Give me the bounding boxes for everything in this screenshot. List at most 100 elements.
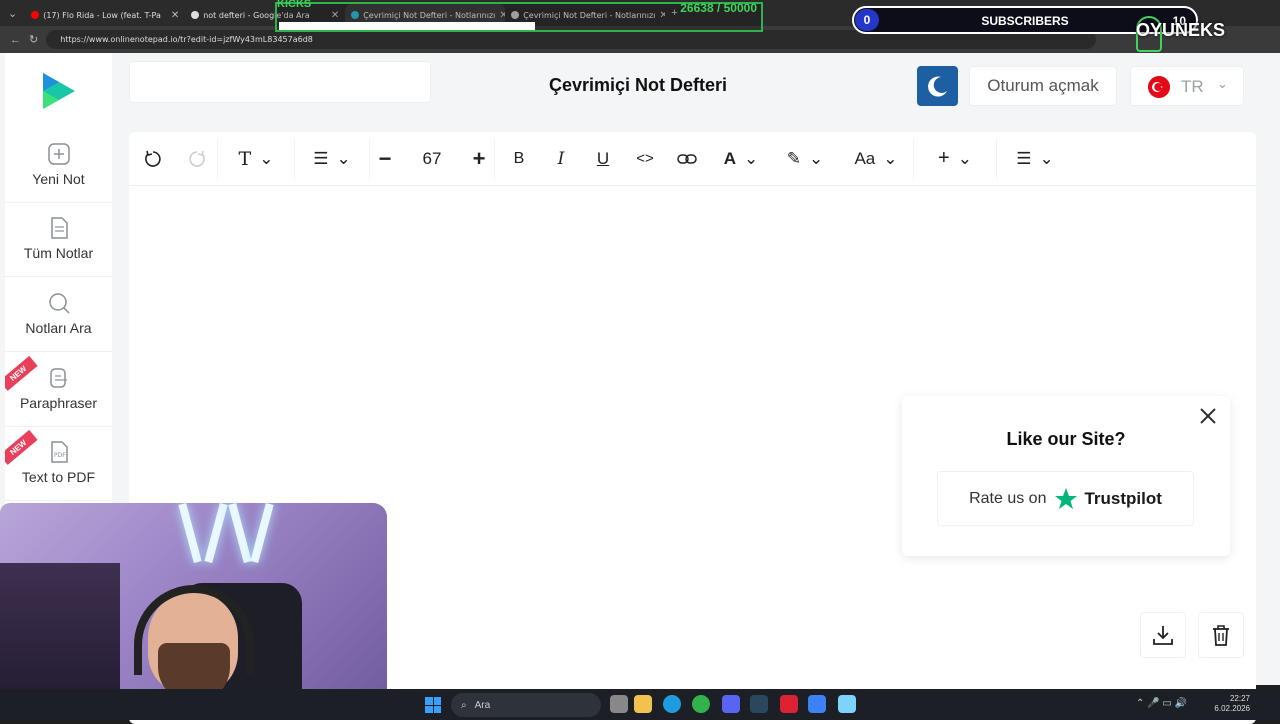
text-color-icon: A [723,148,737,168]
font-family-dropdown[interactable]: T ⌄ [218,132,294,186]
download-button[interactable] [1140,612,1186,658]
align-left-icon: ☰ [1016,148,1032,168]
header: Çevrimiçi Not Defteri Oturum açmak TR ⌄ [113,53,1280,119]
youtube-icon [31,11,40,19]
taskbar-search-placeholder: Ara [474,699,491,711]
obs-icon[interactable] [780,695,798,713]
windows-start-icon[interactable] [425,697,441,713]
align-icon: ☰ [313,148,329,168]
sidebar-item-all-notes[interactable]: Tüm Notlar [5,203,112,277]
chevron-down-icon: ⌄ [1039,148,1054,168]
tab-title: (17) Flo Rida - Low (feat. T-Pa [43,10,161,20]
redo-icon [189,150,205,167]
steam-icon[interactable] [750,695,768,713]
webcam-overlay [0,503,387,720]
plus-square-icon [47,143,70,165]
browser-tab[interactable]: (17) Flo Rida - Low (feat. T-Pa ✕ [25,4,185,26]
code-icon: <> [636,150,654,167]
neon-light [250,503,274,564]
sidebar-item-label: Notları Ara [25,320,92,336]
sidebar-item-label: Yeni Not [32,171,85,187]
text-type-icon: T [238,147,252,170]
clock[interactable]: 22:27 6.02.2026 [1214,694,1250,714]
streamer-brand: OYUNEKS [1136,20,1226,40]
sidebar-item-paraphraser[interactable]: NEW Paraphraser [5,353,112,427]
kicks-goal-widget: KICKS 26638 / 50000 [275,0,763,32]
undo-icon [145,150,161,167]
text-color-dropdown[interactable]: A ⌄ [711,132,771,186]
plus-icon: + [472,145,486,171]
sidebar-item-search-notes[interactable]: Notları Ara [5,278,112,352]
kicks-count: 26638 / 50000 [680,1,757,15]
dark-mode-button[interactable] [917,66,958,106]
svg-text:PDF: PDF [54,452,66,459]
task-view-icon[interactable] [610,695,628,713]
chevron-down-icon: ⌄ [809,148,824,168]
link-button[interactable] [663,132,711,186]
login-button[interactable]: Oturum açmak [969,66,1117,106]
alignment-dropdown[interactable]: ☰ ⌄ [997,132,1073,186]
app-icon[interactable] [692,695,710,713]
highlight-dropdown[interactable]: ✎ ⌄ [771,132,839,186]
neon-light [178,503,202,564]
line-spacing-dropdown[interactable]: ☰ ⌄ [295,132,369,186]
new-badge: NEW [5,430,38,465]
edge-icon[interactable] [663,695,681,713]
kicks-label: KICKS [277,0,312,10]
rate-us-popup: Like our Site? Rate us on Trustpilot [902,396,1230,556]
language-select[interactable]: TR ⌄ [1130,66,1244,106]
store-icon[interactable] [808,695,826,713]
sidebar-item-new-note[interactable]: Yeni Not [5,129,112,203]
app-logo-icon[interactable] [39,71,79,111]
plus-icon: + [938,147,950,169]
chevron-down-icon: ⌄ [336,148,351,168]
notepad-icon[interactable] [838,695,856,713]
text-case-dropdown[interactable]: Aa ⌄ [839,132,913,186]
font-size-field[interactable]: 67 [400,132,464,186]
chevron-down-icon: ⌄ [259,148,274,168]
reload-icon[interactable]: ↻ [29,33,38,46]
decrease-font-button[interactable]: − [370,132,400,186]
underline-button[interactable]: U [579,132,627,186]
trash-icon [1213,625,1229,646]
neon-light [204,503,228,564]
redo-button[interactable] [177,132,217,186]
language-label: TR [1181,77,1204,96]
code-button[interactable]: <> [627,132,663,186]
rate-title: Like our Site? [1006,429,1126,449]
url-text: https://www.onlinenotepad.io/tr?edit-id=… [60,35,313,44]
search-icon [48,293,70,314]
trustpilot-star-icon [1055,487,1078,509]
italic-button[interactable]: I [543,132,579,186]
taskbar-search[interactable]: ⌕ Ara [451,693,601,717]
close-tab-icon[interactable]: ✕ [171,10,179,21]
chevron-down-icon: ⌄ [1217,76,1228,91]
tab-list-icon[interactable]: ⌄ [8,7,17,20]
document-icon [50,217,68,239]
discord-icon[interactable] [722,695,740,713]
file-explorer-icon[interactable] [634,695,652,713]
insert-dropdown[interactable]: + ⌄ [914,132,996,186]
sidebar-item-text-to-pdf[interactable]: NEW PDF Text to PDF [5,427,112,501]
delete-button[interactable] [1198,612,1244,658]
back-icon[interactable]: ← [10,34,21,46]
clock-time: 22:27 [1229,694,1250,703]
sidebar-item-label: Paraphraser [19,395,98,411]
close-icon[interactable] [1198,406,1218,426]
text-case-icon: Aa [854,148,876,168]
link-icon [677,153,697,164]
clock-date: 6.02.2026 [1214,704,1250,713]
bold-button[interactable]: B [495,132,543,186]
chevron-down-icon: ⌄ [744,148,759,168]
search-icon: ⌕ [461,699,467,711]
undo-button[interactable] [129,132,177,186]
paraphrase-icon [49,368,67,388]
increase-font-button[interactable]: + [464,132,494,186]
trustpilot-button[interactable]: Rate us on Trustpilot [937,471,1194,526]
highlighter-icon: ✎ [786,148,801,168]
minus-icon: − [378,145,392,171]
system-tray-icons[interactable]: ⌃ 🎤 ▭ 🔊 [1136,698,1187,709]
download-icon [1153,626,1173,645]
neon-light [228,503,252,564]
turkey-flag-icon [1148,76,1170,98]
